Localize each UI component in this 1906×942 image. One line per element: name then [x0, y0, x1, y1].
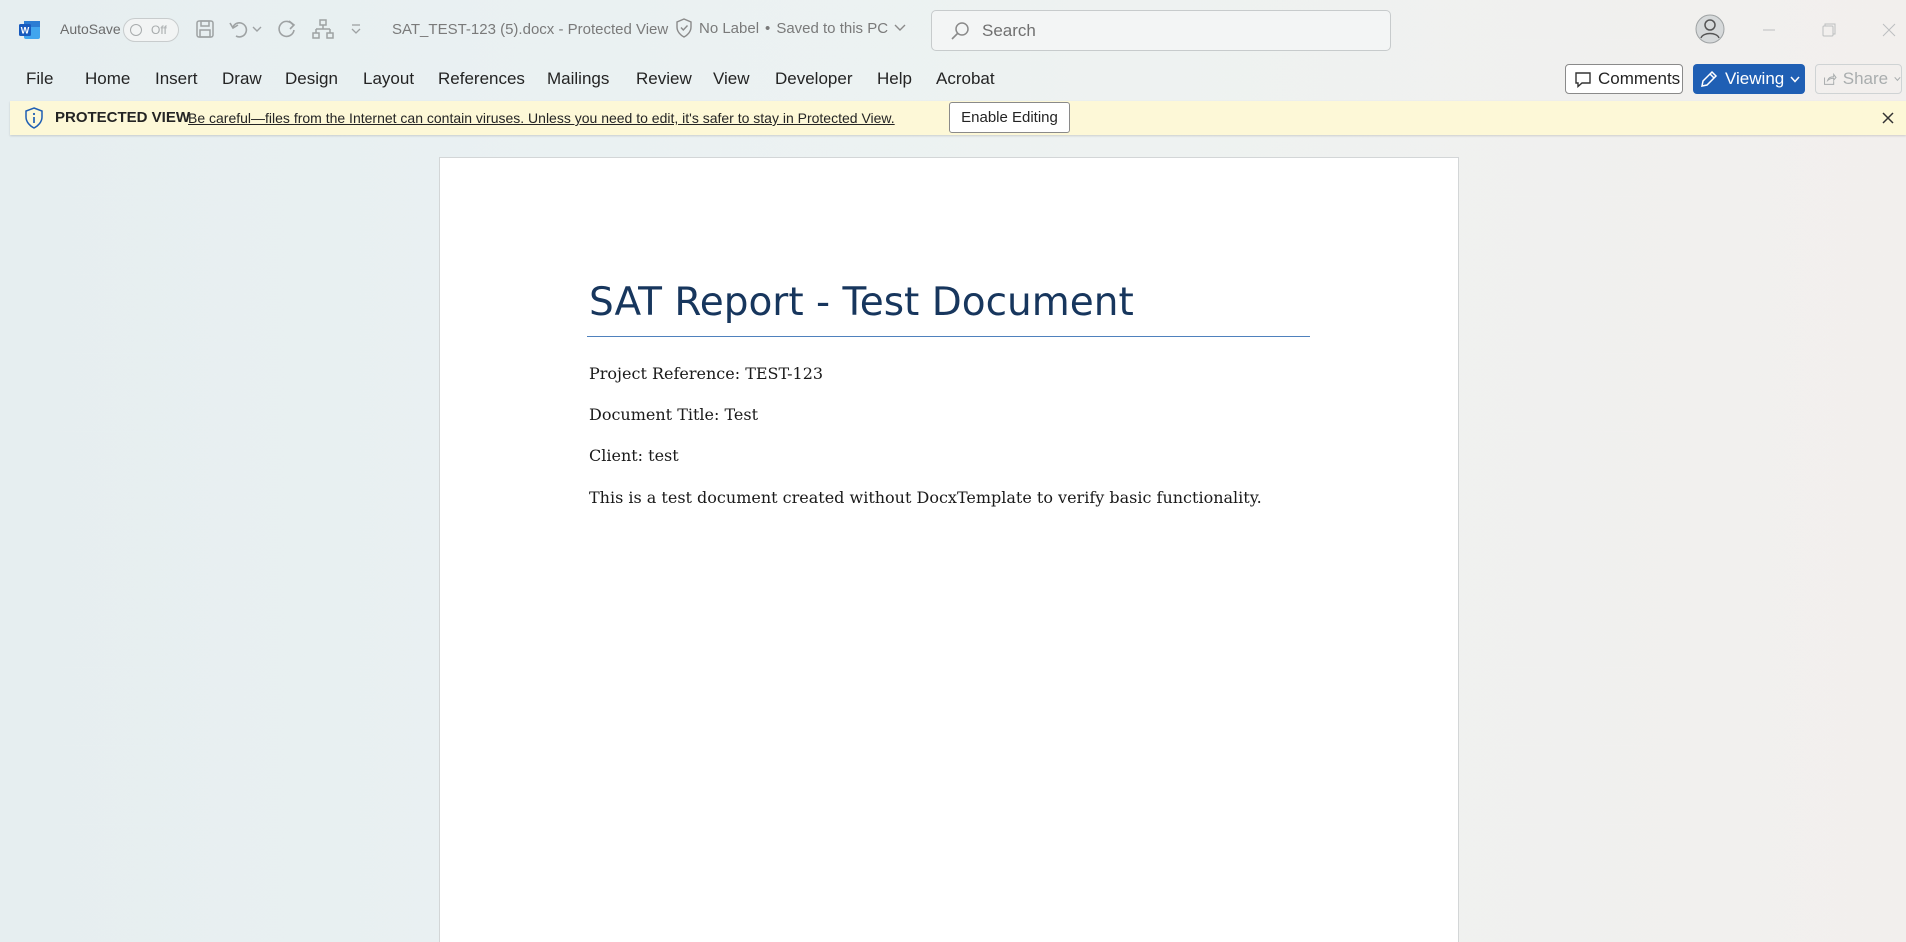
sensitivity-label: No Label — [699, 19, 760, 37]
comments-button[interactable]: Comments — [1565, 64, 1683, 94]
share-icon — [1824, 72, 1837, 85]
restore-icon[interactable] — [1816, 17, 1842, 43]
protected-view-message-link[interactable]: Be careful—files from the Internet can c… — [188, 110, 895, 126]
protected-view-bar: PROTECTED VIEW Be careful—files from the… — [10, 101, 1906, 135]
close-window-icon[interactable] — [1876, 17, 1902, 43]
format-painter-icon[interactable] — [310, 16, 336, 42]
undo-dropdown-chevron-icon[interactable] — [250, 16, 264, 42]
autosave-label: AutoSave — [60, 21, 121, 37]
document-title: SAT_TEST-123 (5).docx - Protected View — [392, 21, 669, 38]
svg-text:W: W — [21, 26, 30, 36]
enable-editing-button[interactable]: Enable Editing — [949, 102, 1070, 133]
autosave-toggle[interactable]: Off — [123, 18, 179, 42]
document-page[interactable]: SAT Report - Test Document Project Refer… — [439, 157, 1459, 942]
tab-acrobat[interactable]: Acrobat — [936, 69, 995, 89]
close-icon[interactable] — [1879, 109, 1897, 127]
tab-view[interactable]: View — [713, 69, 750, 89]
share-label: Share — [1842, 69, 1889, 88]
tab-mailings[interactable]: Mailings — [547, 69, 609, 89]
search-icon — [951, 22, 969, 40]
paragraph-document-title: Document Title: Test — [589, 405, 759, 424]
account-avatar-icon[interactable] — [1695, 14, 1725, 44]
search-input[interactable] — [982, 20, 1372, 42]
tab-home[interactable]: Home — [85, 69, 130, 89]
redo-icon[interactable] — [274, 16, 300, 42]
chevron-down-icon — [1894, 76, 1901, 82]
save-status: Saved to this PC — [776, 19, 889, 37]
viewing-mode-button[interactable]: Viewing — [1693, 64, 1805, 94]
tab-references[interactable]: References — [438, 69, 525, 89]
chevron-down-icon — [894, 24, 906, 31]
paragraph-project-reference: Project Reference: TEST-123 — [589, 364, 824, 383]
separator-dot: • — [765, 19, 771, 37]
viewing-label: Viewing — [1725, 69, 1785, 88]
tab-draw[interactable]: Draw — [222, 69, 262, 89]
tab-help[interactable]: Help — [877, 69, 912, 89]
tab-review[interactable]: Review — [636, 69, 692, 89]
info-shield-icon — [25, 107, 43, 129]
paragraph-body: This is a test document created without … — [589, 488, 1262, 507]
chevron-down-icon — [1790, 76, 1800, 83]
sensitivity-save-menu[interactable]: No Label • Saved to this PC — [675, 18, 906, 38]
toggle-knob — [130, 24, 142, 36]
tab-developer[interactable]: Developer — [775, 69, 853, 89]
tab-layout[interactable]: Layout — [363, 69, 414, 89]
save-icon[interactable] — [192, 16, 218, 42]
paragraph-client: Client: test — [589, 446, 679, 465]
heading-underline — [587, 336, 1310, 337]
document-heading: SAT Report - Test Document — [589, 280, 1134, 325]
tab-design[interactable]: Design — [285, 69, 338, 89]
comment-icon — [1575, 71, 1591, 88]
title-bar: W AutoSave Off SAT_TEST-123 (5).docx - P… — [0, 0, 1906, 60]
shield-icon — [676, 18, 692, 38]
pen-icon — [1701, 70, 1718, 87]
autosave-state: Off — [151, 23, 167, 37]
undo-icon[interactable] — [226, 16, 252, 42]
word-logo-icon[interactable]: W — [19, 19, 41, 41]
customize-toolbar-icon[interactable] — [345, 16, 367, 42]
comments-label: Comments — [1598, 69, 1681, 88]
tab-insert[interactable]: Insert — [155, 69, 198, 89]
tab-file[interactable]: File — [26, 69, 53, 89]
minimize-icon[interactable] — [1756, 17, 1782, 43]
search-box[interactable] — [931, 10, 1391, 51]
share-button[interactable]: Share — [1815, 64, 1902, 94]
protected-view-title: PROTECTED VIEW — [55, 109, 191, 126]
